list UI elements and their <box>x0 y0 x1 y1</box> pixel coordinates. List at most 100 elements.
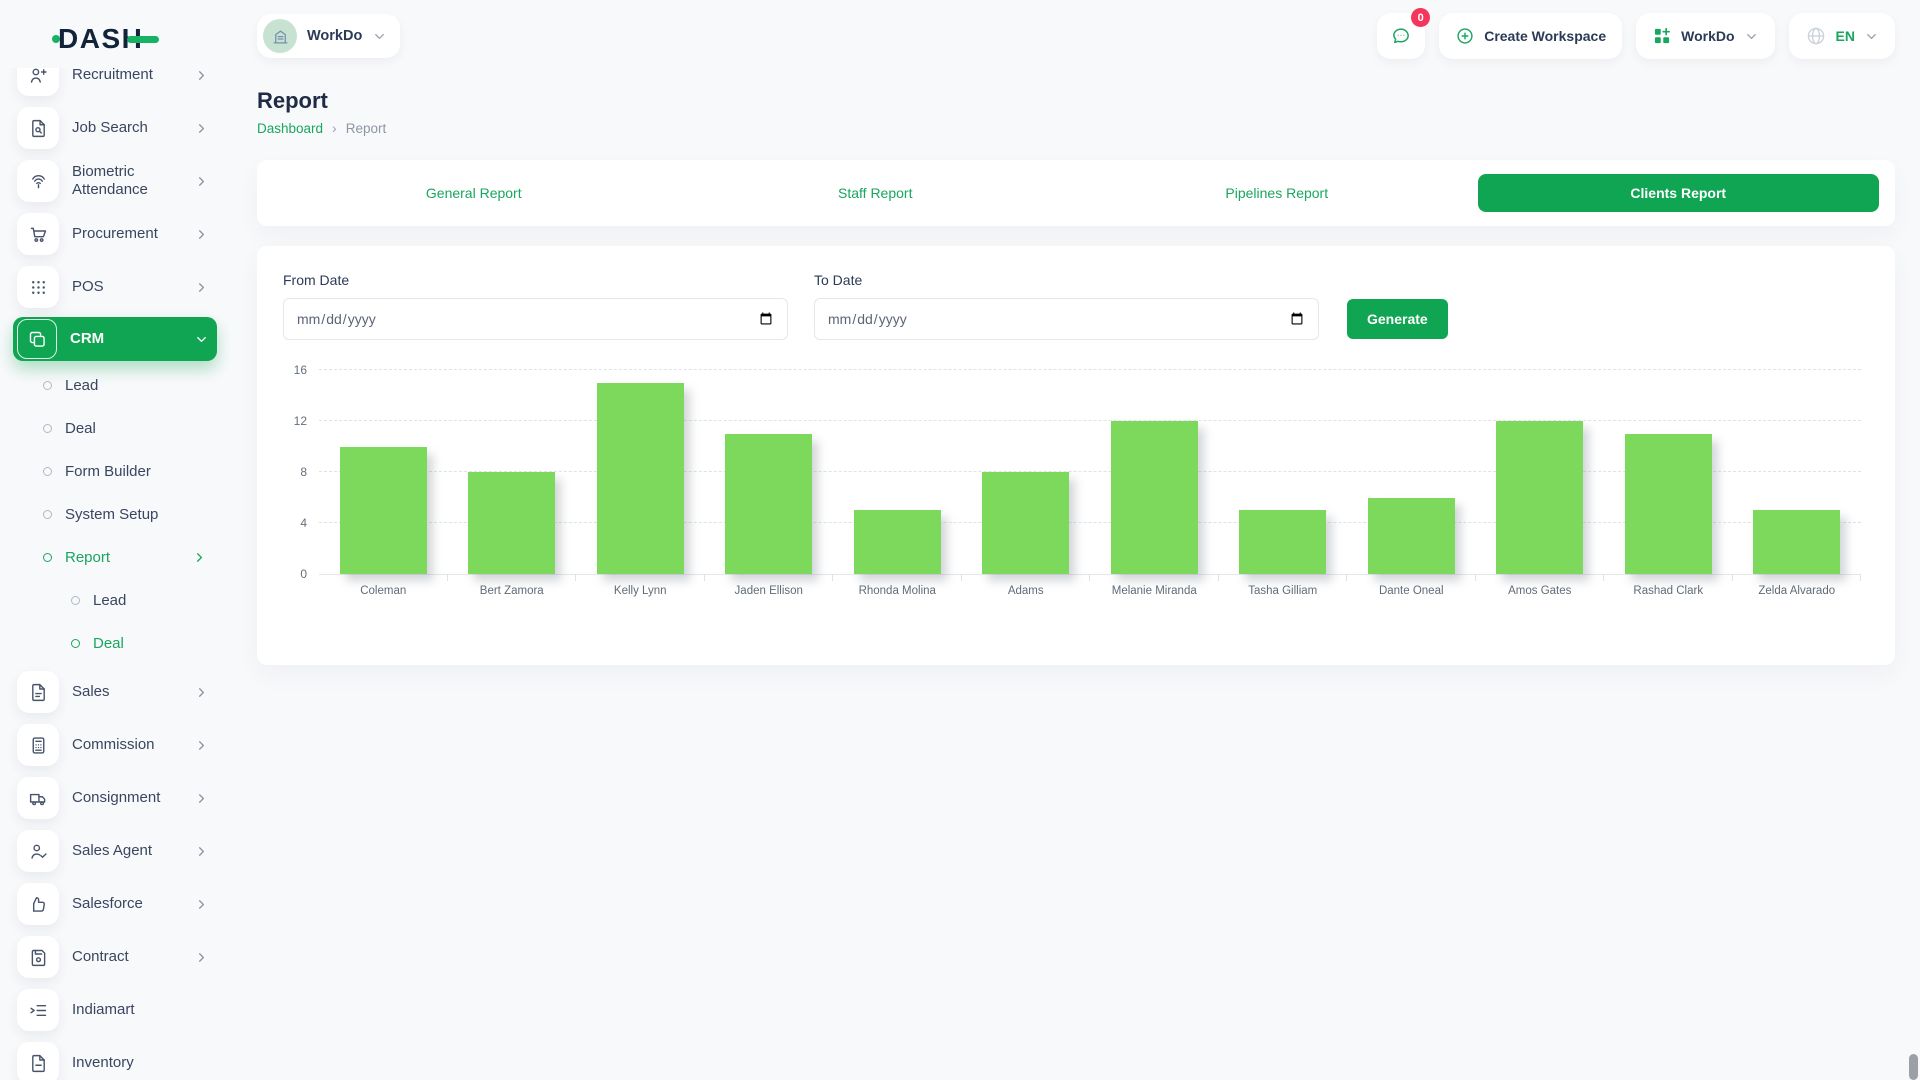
salesforce-icon <box>17 883 59 925</box>
sidebar-item-commission[interactable]: Commission <box>13 722 217 768</box>
sidebar-item-inventory[interactable]: Inventory <box>13 1040 217 1080</box>
messages-button[interactable]: 0 <box>1377 13 1425 59</box>
procurement-icon <box>17 213 59 255</box>
sidebar-item-label: Salesforce <box>72 895 181 913</box>
sidebar-subitem-system-setup[interactable]: System Setup <box>13 497 217 531</box>
chart-category-melanie-miranda: Melanie Miranda <box>1090 370 1219 574</box>
sidebar-item-recruitment[interactable]: Recruitment <box>13 68 217 98</box>
sidebar-subitem-report[interactable]: Report <box>13 540 217 574</box>
sidebar-subitem-lead[interactable]: Lead <box>13 583 217 617</box>
job-search-icon <box>17 107 59 149</box>
consignment-icon <box>17 777 59 819</box>
contract-icon <box>17 936 59 978</box>
from-date-input[interactable] <box>283 298 788 340</box>
chart-category-tasha-gilliam: Tasha Gilliam <box>1219 370 1348 574</box>
to-date-input[interactable] <box>814 298 1319 340</box>
x-axis-tick-label: Zelda Alvarado <box>1723 585 1872 597</box>
x-axis-tick-label: Rhonda Molina <box>823 585 972 597</box>
bar-adams <box>982 472 1069 574</box>
breadcrumb-dashboard-link[interactable]: Dashboard <box>257 121 323 136</box>
bullet-icon <box>71 596 80 605</box>
building-icon <box>271 27 290 46</box>
sidebar-item-label: Inventory <box>72 1054 209 1072</box>
workspace-switcher-button[interactable]: WorkDo <box>1636 13 1774 59</box>
sidebar-item-label: Job Search <box>72 119 181 137</box>
sidebar-subitem-deal[interactable]: Deal <box>13 411 217 445</box>
tab-clients-report[interactable]: Clients Report <box>1478 174 1880 212</box>
sidebar-subitem-lead[interactable]: Lead <box>13 368 217 402</box>
chart-category-kelly-lynn: Kelly Lynn <box>576 370 705 574</box>
x-axis-tick-label: Tasha Gilliam <box>1209 585 1358 597</box>
sales-agent-icon <box>17 830 59 872</box>
recruitment-icon <box>17 68 59 96</box>
breadcrumb-separator: › <box>332 120 337 136</box>
chart-category-zelda-alvarado: Zelda Alvarado <box>1733 370 1862 574</box>
sidebar-item-crm[interactable]: CRM <box>13 317 217 361</box>
chart-category-rhonda-molina: Rhonda Molina <box>833 370 962 574</box>
chart-plot-area: 0481216ColemanBert ZamoraKelly LynnJaden… <box>319 370 1861 575</box>
sidebar-subitem-form-builder[interactable]: Form Builder <box>13 454 217 488</box>
tab-staff-report[interactable]: Staff Report <box>675 174 1077 212</box>
chevron-right-icon <box>194 685 209 700</box>
sales-icon <box>17 671 59 713</box>
sidebar-item-indiamart[interactable]: Indiamart <box>13 987 217 1033</box>
sidebar-item-consignment[interactable]: Consignment <box>13 775 217 821</box>
sidebar-item-contract[interactable]: Contract <box>13 934 217 980</box>
sidebar-subitem-label: Deal <box>93 635 124 652</box>
chevron-right-icon <box>194 897 209 912</box>
y-axis-tick-label: 8 <box>300 465 307 479</box>
sidebar-subitem-label: Lead <box>65 377 98 394</box>
to-date-field-group: To Date <box>814 272 1319 340</box>
chevron-down-icon <box>372 29 387 44</box>
main-area: WorkDo 0 Create Workspace WorkDo <box>230 0 1920 1080</box>
sidebar-subitem-deal[interactable]: Deal <box>13 626 217 660</box>
clients-report-chart: 0481216ColemanBert ZamoraKelly LynnJaden… <box>319 370 1861 609</box>
page-title: Report <box>257 88 1895 114</box>
sidebar-item-pos[interactable]: POS <box>13 264 217 310</box>
bar-jaden-ellison <box>725 434 812 574</box>
sidebar-item-biometric-attendance[interactable]: Biometric Attendance <box>13 158 217 204</box>
sidebar-subitem-label: Report <box>65 549 110 566</box>
chart-category-jaden-ellison: Jaden Ellison <box>705 370 834 574</box>
app-logo[interactable]: DASH <box>0 0 230 62</box>
sidebar-item-label: Procurement <box>72 225 181 243</box>
to-date-label: To Date <box>814 272 1319 288</box>
chevron-right-icon <box>192 550 207 565</box>
sidebar-item-salesforce[interactable]: Salesforce <box>13 881 217 927</box>
sidebar-item-sales-agent[interactable]: Sales Agent <box>13 828 217 874</box>
tab-general-report[interactable]: General Report <box>273 174 675 212</box>
chevron-down-icon <box>194 332 209 347</box>
sidebar: DASH Recruitment Job Search Biometric Atte… <box>0 0 230 1080</box>
bar-kelly-lynn <box>597 383 684 574</box>
create-workspace-label: Create Workspace <box>1484 28 1606 44</box>
sidebar-item-label: Contract <box>72 948 181 966</box>
x-axis-tick-label: Coleman <box>309 585 458 597</box>
tab-pipelines-report[interactable]: Pipelines Report <box>1076 174 1478 212</box>
chart-category-amos-gates: Amos Gates <box>1476 370 1605 574</box>
grid-add-icon <box>1652 26 1672 46</box>
create-workspace-button[interactable]: Create Workspace <box>1439 13 1622 59</box>
sidebar-item-label: Indiamart <box>72 1001 209 1019</box>
vertical-scrollbar[interactable] <box>1909 1054 1918 1080</box>
workspace-switcher-label: WorkDo <box>1681 28 1734 44</box>
content: Report Dashboard › Report General Report… <box>230 62 1920 665</box>
sidebar-item-procurement[interactable]: Procurement <box>13 211 217 257</box>
y-axis-tick-label: 16 <box>294 363 307 377</box>
sidebar-item-label: Recruitment <box>72 68 181 84</box>
x-axis-tick-label: Jaden Ellison <box>695 585 844 597</box>
biometric-attendance-icon <box>17 160 59 202</box>
sidebar-item-label: Sales <box>72 683 181 701</box>
chevron-right-icon <box>194 950 209 965</box>
chevron-right-icon <box>194 68 209 83</box>
sidebar-item-sales[interactable]: Sales <box>13 669 217 715</box>
sidebar-item-label: Consignment <box>72 789 181 807</box>
workspace-label: WorkDo <box>307 28 362 44</box>
workspace-pill[interactable]: WorkDo <box>257 14 400 58</box>
bar-tasha-gilliam <box>1239 510 1326 574</box>
generate-button[interactable]: Generate <box>1347 299 1448 339</box>
sidebar-item-job-search[interactable]: Job Search <box>13 105 217 151</box>
bullet-icon <box>43 381 52 390</box>
sidebar-subitem-label: Deal <box>65 420 96 437</box>
language-selector[interactable]: EN <box>1789 13 1895 59</box>
plus-circle-icon <box>1455 26 1475 46</box>
